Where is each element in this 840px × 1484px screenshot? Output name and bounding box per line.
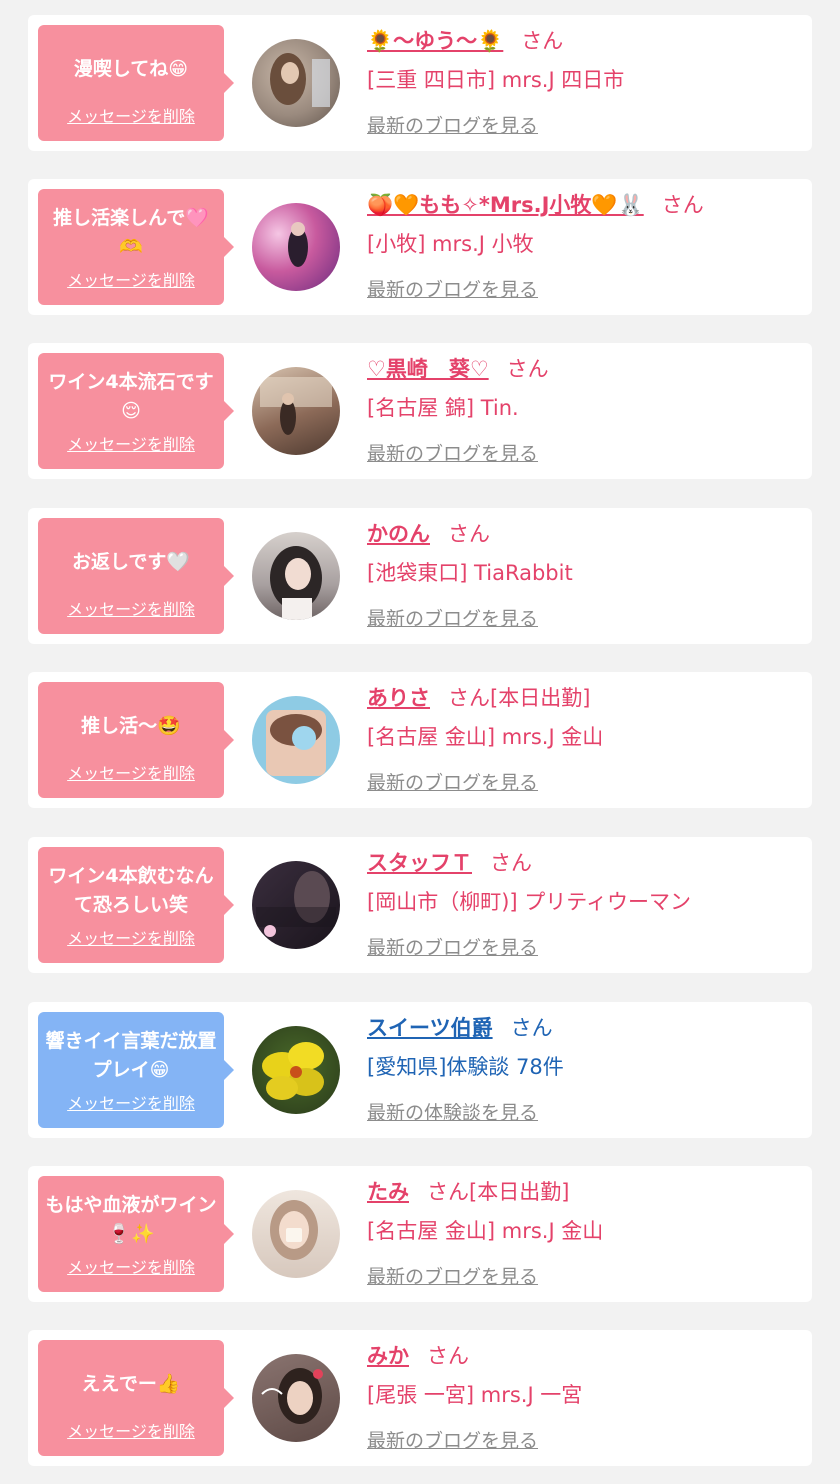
user-suffix: さん — [661, 193, 704, 217]
message-bubble: 推し活楽しんで🩷🫶 メッセージを削除 — [38, 189, 234, 305]
user-shop: [愛知県]体験談 78件 — [367, 1055, 564, 1079]
delete-message-link[interactable]: メッセージを削除 — [38, 103, 224, 127]
latest-blog-link[interactable]: 最新のブログを見る — [367, 1426, 538, 1453]
message-text: ええでー👍 — [81, 1372, 181, 1395]
user-name-link[interactable]: かのん — [367, 522, 430, 546]
latest-review-link[interactable]: 最新の体験談を見る — [367, 1098, 538, 1125]
user-suffix: さん[本日出勤] — [448, 686, 591, 710]
user-suffix: さん — [521, 29, 564, 53]
user-shop: [小牧] mrs.J 小牧 — [367, 232, 534, 256]
message-card: 推し活楽しんで🩷🫶 メッセージを削除 🍑🧡もも✧*Mrs.J小牧🧡🐰 さん [小牧… — [28, 179, 812, 315]
user-name-link[interactable]: たみ — [367, 1180, 409, 1204]
delete-message-link[interactable]: メッセージを削除 — [38, 925, 224, 949]
avatar[interactable] — [252, 1354, 340, 1442]
latest-blog-link[interactable]: 最新のブログを見る — [367, 439, 538, 466]
user-shop: [名古屋 錦] Tin. — [367, 396, 519, 420]
latest-blog-link[interactable]: 最新のブログを見る — [367, 604, 538, 631]
message-card: ええでー👍 メッセージを削除 みか さん [尾張 一宮] mrs.J 一宮 最新の… — [28, 1330, 812, 1466]
message-card: もはや血液がワイン🍷✨ メッセージを削除 たみ さん[本日出勤] [名古屋 金山]… — [28, 1166, 812, 1302]
user-name-link[interactable]: スイーツ伯爵 — [367, 1016, 493, 1040]
user-name-link[interactable]: みか — [367, 1344, 409, 1368]
message-card: ワイン4本流石です😌 メッセージを削除 ♡黒崎 葵♡ さん [名古屋 錦] Tin… — [28, 343, 812, 479]
avatar[interactable] — [252, 532, 340, 620]
message-bubble: お返しです🤍 メッセージを削除 — [38, 518, 234, 634]
message-card: 漫喫してね😁 メッセージを削除 🌻〜ゆう〜🌻 さん [三重 四日市] mrs.J … — [28, 15, 812, 151]
avatar[interactable] — [252, 696, 340, 784]
message-text: お返しです🤍 — [71, 550, 191, 573]
message-bubble: 響きイイ言葉だ放置プレイ😁 メッセージを削除 — [38, 1012, 234, 1128]
message-bubble: もはや血液がワイン🍷✨ メッセージを削除 — [38, 1176, 234, 1292]
message-text: 響きイイ言葉だ放置プレイ😁 — [45, 1030, 217, 1081]
user-suffix: さん — [510, 1016, 553, 1040]
latest-blog-link[interactable]: 最新のブログを見る — [367, 1262, 538, 1289]
delete-message-link[interactable]: メッセージを削除 — [38, 1254, 224, 1278]
delete-message-link[interactable]: メッセージを削除 — [38, 760, 224, 784]
latest-blog-link[interactable]: 最新のブログを見る — [367, 768, 538, 795]
avatar[interactable] — [252, 861, 340, 949]
message-bubble: ええでー👍 メッセージを削除 — [38, 1340, 234, 1456]
message-text: 漫喫してね😁 — [73, 57, 189, 80]
user-shop: [名古屋 金山] mrs.J 金山 — [367, 1219, 604, 1243]
user-suffix: さん — [448, 522, 490, 546]
user-shop: [三重 四日市] mrs.J 四日市 — [367, 68, 625, 92]
message-text: ワイン4本流石です😌 — [48, 371, 214, 422]
delete-message-link[interactable]: メッセージを削除 — [38, 431, 224, 455]
latest-blog-link[interactable]: 最新のブログを見る — [367, 275, 538, 302]
message-bubble: 漫喫してね😁 メッセージを削除 — [38, 25, 234, 141]
user-shop: [名古屋 金山] mrs.J 金山 — [367, 725, 604, 749]
user-shop: [尾張 一宮] mrs.J 一宮 — [367, 1383, 583, 1407]
user-name-link[interactable]: スタッフＴ — [367, 851, 472, 875]
message-card: ワイン4本飲むなんて恐ろしい笑 メッセージを削除 スタッフＴ さん [岡山市（柳町… — [28, 837, 812, 973]
user-suffix: さん[本日出勤] — [427, 1180, 570, 1204]
message-card: 推し活〜🤩 メッセージを削除 ありさ さん[本日出勤] [名古屋 金山] mrs.… — [28, 672, 812, 808]
delete-message-link[interactable]: メッセージを削除 — [38, 1090, 224, 1114]
message-bubble: 推し活〜🤩 メッセージを削除 — [38, 682, 234, 798]
user-name-link[interactable]: 🌻〜ゆう〜🌻 — [367, 29, 503, 53]
user-name-link[interactable]: ありさ — [367, 686, 430, 710]
message-text: ワイン4本飲むなんて恐ろしい笑 — [48, 865, 214, 916]
message-card: 響きイイ言葉だ放置プレイ😁 メッセージを削除 スイーツ伯爵 さん [愛知県]体験談… — [28, 1002, 812, 1138]
message-bubble: ワイン4本飲むなんて恐ろしい笑 メッセージを削除 — [38, 847, 234, 963]
delete-message-link[interactable]: メッセージを削除 — [38, 267, 224, 291]
user-suffix: さん — [490, 851, 532, 875]
message-bubble: ワイン4本流石です😌 メッセージを削除 — [38, 353, 234, 469]
user-shop: [池袋東口] TiaRabbit — [367, 561, 573, 585]
delete-message-link[interactable]: メッセージを削除 — [38, 596, 224, 620]
avatar[interactable] — [252, 367, 340, 455]
message-text: もはや血液がワイン🍷✨ — [45, 1194, 217, 1245]
message-text: 推し活〜🤩 — [81, 714, 181, 737]
user-suffix: さん — [506, 357, 549, 381]
user-suffix: さん — [427, 1344, 469, 1368]
message-text: 推し活楽しんで🩷🫶 — [53, 207, 209, 258]
delete-message-link[interactable]: メッセージを削除 — [38, 1418, 224, 1442]
message-card: お返しです🤍 メッセージを削除 かのん さん [池袋東口] TiaRabbit 最… — [28, 508, 812, 644]
latest-blog-link[interactable]: 最新のブログを見る — [367, 111, 538, 138]
user-name-link[interactable]: 🍑🧡もも✧*Mrs.J小牧🧡🐰 — [367, 193, 644, 217]
latest-blog-link[interactable]: 最新のブログを見る — [367, 933, 538, 960]
user-shop: [岡山市（柳町)] プリティウーマン — [367, 890, 691, 914]
avatar[interactable] — [252, 1026, 340, 1114]
avatar[interactable] — [252, 203, 340, 291]
user-name-link[interactable]: ♡黒崎 葵♡ — [367, 357, 489, 381]
avatar[interactable] — [252, 1190, 340, 1278]
avatar[interactable] — [252, 39, 340, 127]
